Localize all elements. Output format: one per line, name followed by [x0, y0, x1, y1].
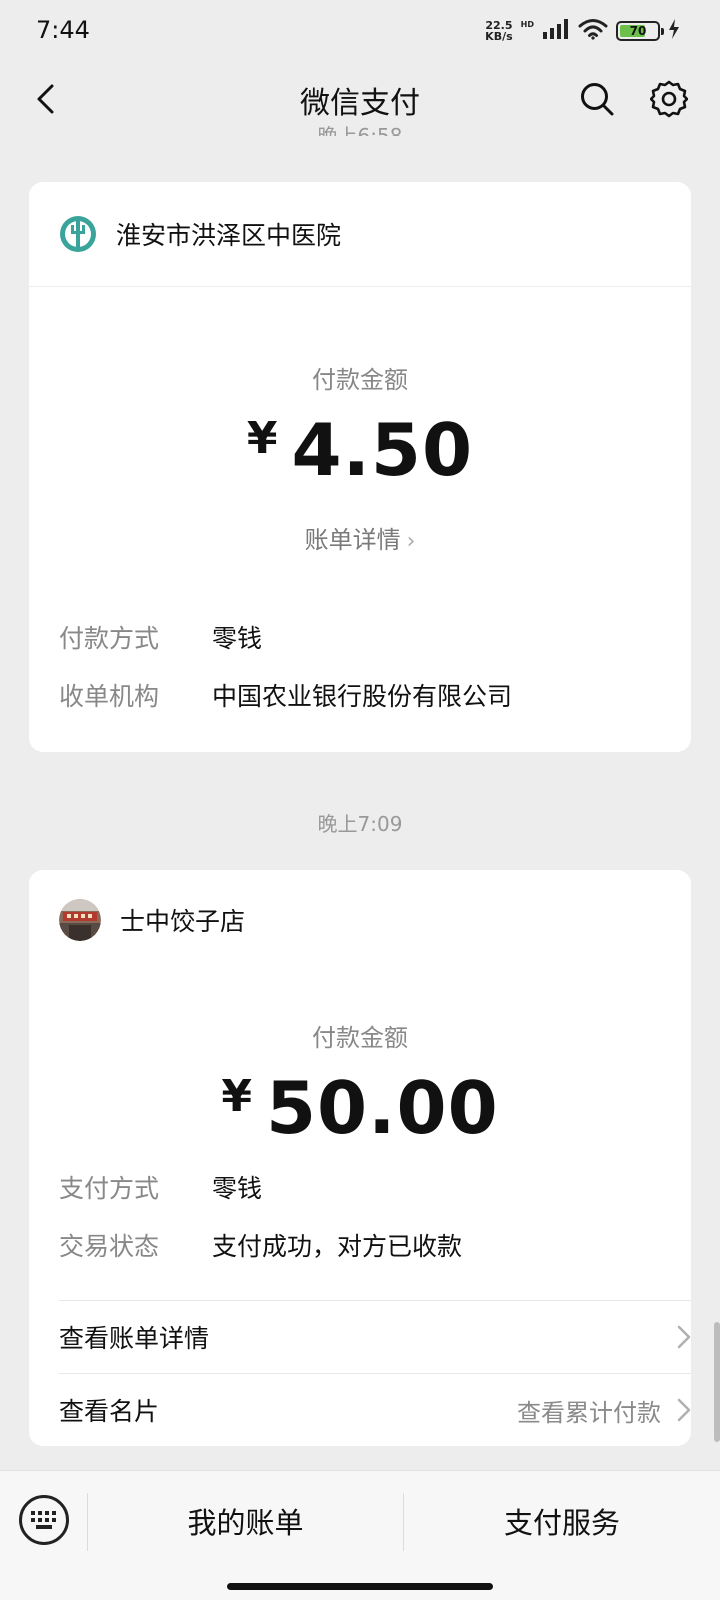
action-right	[661, 1325, 691, 1349]
amount: ¥50.00	[29, 1066, 691, 1150]
wifi-icon	[578, 18, 608, 44]
search-button[interactable]	[574, 76, 620, 122]
action-label: 查看账单详情	[59, 1324, 210, 1353]
view-cumulative-payments-link[interactable]: 查看累计付款	[517, 1393, 691, 1428]
card-divider	[29, 286, 691, 287]
signal-icon	[542, 18, 570, 44]
timestamp: 晚上7:09	[317, 812, 403, 836]
detail-value: 中国农业银行股份有限公司	[212, 682, 513, 711]
card-header[interactable]: 士中饺子店	[29, 870, 691, 970]
search-icon	[581, 83, 614, 116]
status-time: 7:44	[36, 16, 90, 44]
detail-row: 收单机构 中国农业银行股份有限公司	[59, 675, 512, 715]
amount-label: 付款金额	[312, 1024, 408, 1052]
detail-row: 付款方式 零钱	[59, 617, 262, 657]
screen: 7:44 22.5 KB/s HD 70 微信支付 晚上6:58 淮安市洪泽区中…	[0, 0, 720, 1600]
chevron-right-icon: ›	[406, 529, 416, 554]
detail-key: 收单机构	[59, 682, 160, 711]
battery-tip	[661, 28, 664, 35]
network-speed: 22.5 KB/s	[485, 20, 512, 42]
amount-value: 50.00	[265, 1066, 499, 1150]
action-right-text: 查看累计付款	[517, 1398, 661, 1427]
abc-bank-logo-icon	[60, 216, 96, 252]
network-speed-unit: KB/s	[485, 30, 513, 43]
keyboard-button[interactable]	[19, 1495, 69, 1545]
bottom-bar: 我的账单 支付服务	[0, 1470, 720, 1600]
merchant-name: 士中饺子店	[120, 907, 246, 936]
card-header[interactable]: 淮安市洪泽区中医院	[29, 182, 691, 286]
detail-value: 零钱	[212, 624, 263, 653]
shop-avatar-icon	[59, 899, 101, 941]
settings-button[interactable]	[646, 76, 692, 122]
battery-icon: 70	[616, 21, 664, 41]
merchant-name: 淮安市洪泽区中医院	[116, 221, 342, 250]
bill-detail-link[interactable]: 账单详情 ›	[29, 520, 691, 555]
currency-symbol: ¥	[246, 413, 278, 464]
tab-my-bills[interactable]: 我的账单	[88, 1471, 403, 1571]
action-label: 查看名片	[59, 1397, 160, 1426]
detail-value: 支付成功，对方已收款	[212, 1232, 463, 1261]
gear-icon	[650, 80, 688, 118]
charging-icon	[668, 18, 680, 44]
tab-payment-services[interactable]: 支付服务	[404, 1471, 720, 1571]
battery-level: 70	[629, 24, 647, 38]
currency-symbol: ¥	[221, 1071, 252, 1122]
status-icons: 22.5 KB/s HD 70	[485, 18, 680, 44]
chevron-right-icon	[677, 1398, 691, 1422]
detail-key: 交易状态	[59, 1232, 160, 1261]
payment-card-1: 淮安市洪泽区中医院 付款金额 ¥4.50 账单详情 › 付款方式 零钱 收单机构 …	[29, 182, 691, 752]
amount-label: 付款金额	[312, 366, 408, 394]
payment-card-2: 士中饺子店 付款金额 ¥50.00 支付方式 零钱 交易状态 支付成功，对方已收…	[29, 870, 691, 1446]
detail-key: 支付方式	[59, 1174, 160, 1203]
timestamp-partial: 晚上6:58	[317, 124, 403, 136]
view-business-card-row[interactable]: 查看名片 查看累计付款	[59, 1374, 691, 1446]
hd-badge: HD	[520, 20, 534, 29]
view-bill-details-row[interactable]: 查看账单详情	[59, 1301, 691, 1373]
detail-key: 付款方式	[59, 624, 160, 653]
amount: ¥4.50	[29, 408, 691, 492]
scrollbar[interactable]	[714, 1322, 720, 1442]
detail-value: 零钱	[212, 1174, 263, 1203]
detail-row: 支付方式 零钱	[59, 1167, 262, 1207]
status-bar: 7:44 22.5 KB/s HD 70	[0, 0, 720, 64]
bill-detail-label: 账单详情	[304, 526, 401, 554]
keyboard-icon	[31, 1511, 56, 1529]
detail-row: 交易状态 支付成功，对方已收款	[59, 1225, 462, 1265]
home-indicator[interactable]	[227, 1583, 493, 1590]
amount-value: 4.50	[291, 408, 474, 492]
chevron-right-icon	[677, 1325, 691, 1349]
